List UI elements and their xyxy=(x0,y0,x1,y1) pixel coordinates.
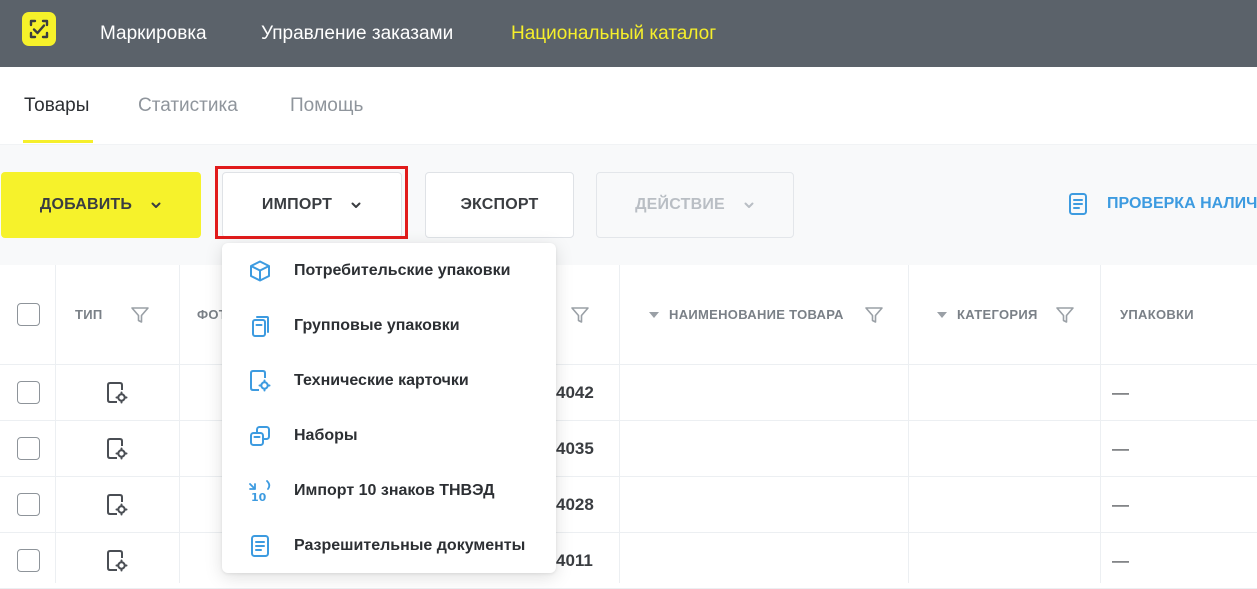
set-icon xyxy=(250,425,270,446)
row-checkbox[interactable] xyxy=(17,493,40,516)
nav-order-management[interactable]: Управление заказами xyxy=(261,0,453,67)
packages-cell: — xyxy=(1112,383,1129,402)
cube-icon xyxy=(250,260,270,281)
header-packages: УПАКОВКИ xyxy=(1120,307,1194,322)
nav-marking[interactable]: Маркировка xyxy=(100,0,207,67)
nav-national-catalog[interactable]: Национальный каталог xyxy=(511,0,716,67)
export-button[interactable]: ЭКСПОРТ xyxy=(425,172,574,238)
table-row[interactable] xyxy=(0,365,1257,421)
packages-cell: — xyxy=(1112,439,1129,458)
add-button[interactable]: ДОБАВИТЬ xyxy=(1,172,201,238)
menu-item-label: Потребительские упаковки xyxy=(294,261,511,279)
product-id-cell: 4011 xyxy=(556,551,593,570)
row-checkbox[interactable] xyxy=(17,437,40,460)
column-divider xyxy=(619,365,620,583)
action-button[interactable]: ДЕЙСТВИЕ xyxy=(596,172,794,238)
top-bar: Маркировка Управление заказами Националь… xyxy=(0,0,1257,67)
tech-card-icon xyxy=(107,550,128,572)
tnved-10-icon: 10 xyxy=(249,479,271,503)
product-id-cell: 4035 xyxy=(556,439,594,458)
menu-item-tech-cards[interactable]: Технические карточки xyxy=(222,353,556,408)
packages-cell: — xyxy=(1112,551,1129,570)
header-category-label: КАТЕГОРИЯ xyxy=(957,307,1038,322)
row-checkbox[interactable] xyxy=(17,381,40,404)
select-all-checkbox[interactable] xyxy=(17,303,40,326)
document-icon xyxy=(251,534,269,557)
packages-cell: — xyxy=(1112,495,1129,514)
menu-item-label: Импорт 10 знаков ТНВЭД xyxy=(294,481,495,499)
tabs-bar: Товары Статистика Помощь xyxy=(0,67,1257,145)
table-row[interactable] xyxy=(0,533,1257,589)
header-product-name[interactable]: НАИМЕНОВАНИЕ ТОВАРА xyxy=(649,307,844,322)
product-id-cell: 4042 xyxy=(556,383,594,402)
menu-item-import-tnved-10[interactable]: 10 Импорт 10 знаков ТНВЭД xyxy=(222,463,556,518)
menu-item-sets[interactable]: Наборы xyxy=(222,408,556,463)
tech-card-icon xyxy=(250,369,271,391)
availability-check-label: ПРОВЕРКА НАЛИЧ xyxy=(1107,195,1257,212)
import-highlight-frame xyxy=(215,166,408,239)
tab-products[interactable]: Товары xyxy=(24,95,89,117)
tech-card-icon xyxy=(107,438,128,460)
product-id-cell: 4028 xyxy=(556,495,594,514)
import-dropdown-menu: Потребительские упаковки Групповые упако… xyxy=(222,243,556,573)
column-divider xyxy=(179,365,180,583)
availability-check-link[interactable]: ПРОВЕРКА НАЛИЧ xyxy=(1068,192,1257,216)
tech-card-icon xyxy=(107,382,128,404)
column-divider xyxy=(908,365,909,583)
check-frame-icon[interactable] xyxy=(22,12,56,46)
chevron-down-icon xyxy=(744,202,754,208)
menu-item-label: Технические карточки xyxy=(294,371,469,389)
menu-item-label: Разрешительные документы xyxy=(294,536,526,554)
filter-icon[interactable] xyxy=(1055,305,1075,325)
row-checkbox[interactable] xyxy=(17,549,40,572)
menu-item-group-packages[interactable]: Групповые упаковки xyxy=(222,298,556,353)
chevron-down-icon xyxy=(151,202,161,208)
header-category[interactable]: КАТЕГОРИЯ xyxy=(937,307,1038,322)
menu-item-consumer-packages[interactable]: Потребительские упаковки xyxy=(222,243,556,298)
action-button-label: ДЕЙСТВИЕ xyxy=(635,196,725,213)
filter-icon[interactable] xyxy=(570,305,590,325)
sort-icon[interactable] xyxy=(649,311,659,318)
add-button-label: ДОБАВИТЬ xyxy=(39,196,133,213)
header-type: ТИП xyxy=(75,307,103,322)
filter-icon[interactable] xyxy=(864,305,884,325)
table-row[interactable] xyxy=(0,477,1257,533)
export-button-label: ЭКСПОРТ xyxy=(460,196,539,213)
document-icon xyxy=(1069,193,1087,215)
sort-icon[interactable] xyxy=(937,311,947,318)
active-tab-indicator xyxy=(23,140,93,143)
group-package-icon xyxy=(252,315,269,337)
tab-help[interactable]: Помощь xyxy=(290,95,363,117)
filter-icon[interactable] xyxy=(130,305,150,325)
tab-statistics[interactable]: Статистика xyxy=(138,95,238,117)
table-row[interactable] xyxy=(0,421,1257,477)
column-divider xyxy=(55,365,56,583)
column-divider xyxy=(1100,365,1101,583)
menu-item-label: Групповые упаковки xyxy=(294,316,460,334)
svg-text:10: 10 xyxy=(251,491,267,503)
header-product-name-label: НАИМЕНОВАНИЕ ТОВАРА xyxy=(669,307,844,322)
menu-item-permit-documents[interactable]: Разрешительные документы xyxy=(222,518,556,573)
tech-card-icon xyxy=(107,494,128,516)
menu-item-label: Наборы xyxy=(294,426,358,444)
